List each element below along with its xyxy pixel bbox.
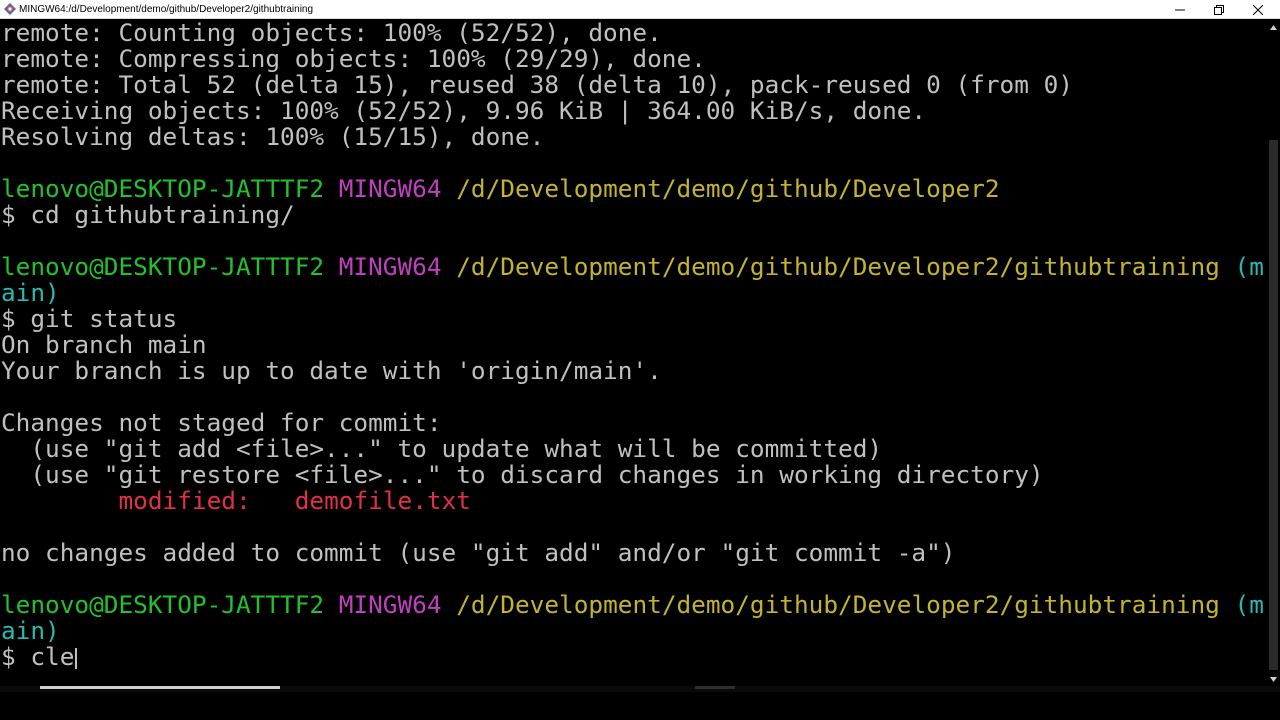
prompt-path: /d/Development/demo/github/Developer2 [456,174,1000,203]
modified-entry: modified: demofile.txt [1,488,1267,514]
output-line: remote: Total 52 (delta 15), reused 38 (… [1,70,1073,99]
scroll-down-arrow-icon [1270,676,1277,682]
prompt-branch: (m [1234,590,1264,619]
prompt-path: /d/Development/demo/github/Developer2/gi… [456,252,1220,281]
output-line: remote: Counting objects: 100% (52/52), … [1,20,662,47]
horizontal-scroll-marker [695,686,735,689]
status-hint-restore: (use "git restore <file>..." to discard … [1,460,1044,489]
prompt-line: lenovo@DESKTOP-JATTTF2 MINGW64 /d/Develo… [1,254,1267,280]
command-line: $ cd githubtraining/ [1,200,295,229]
output-line: Receiving objects: 100% (52/52), 9.96 Ki… [1,96,927,125]
minimize-button[interactable] [1161,0,1199,19]
prompt-env: MINGW64 [338,590,442,619]
close-button[interactable] [1239,0,1277,19]
git-bash-app-icon [4,3,16,15]
prompt-user-host: lenovo@DESKTOP-JATTTF2 [1,590,325,619]
input-line[interactable]: $ cle [1,644,1267,670]
status-hint-add: (use "git add <file>..." to update what … [1,434,883,463]
title-bar[interactable]: MINGW64:/d/Development/demo/github/Devel… [0,0,1280,19]
minimize-icon [1175,9,1185,10]
prompt-env: MINGW64 [338,252,442,281]
vertical-scroll-thumb[interactable] [1269,140,1278,670]
modified-file: demofile.txt [294,486,471,515]
restore-button[interactable] [1200,0,1238,19]
status-uptodate-line: Your branch is up to date with 'origin/m… [1,356,662,385]
output-line: remote: Compressing objects: 100% (29/29… [1,44,706,73]
prompt-path: /d/Development/demo/github/Developer2/gi… [456,590,1220,619]
vertical-scrollbar[interactable] [1267,20,1280,686]
prompt-branch-wrap: ain) [1,278,60,307]
scroll-up-arrow-icon [1270,24,1277,30]
current-input[interactable]: $ cle [1,642,74,671]
prompt-branch: (m [1234,252,1264,281]
terminal-output[interactable]: remote: Counting objects: 100% (52/52), … [1,20,1267,686]
status-summary: no changes added to commit (use "git add… [1,538,956,567]
prompt-line: lenovo@DESKTOP-JATTTF2 MINGW64 /d/Develo… [1,176,1267,202]
close-icon [1253,4,1263,15]
status-changes-header: Changes not staged for commit: [1,408,442,437]
prompt-user-host: lenovo@DESKTOP-JATTTF2 [1,252,325,281]
window-title: MINGW64:/d/Development/demo/github/Devel… [19,4,314,15]
text-cursor [75,647,78,669]
prompt-line: lenovo@DESKTOP-JATTTF2 MINGW64 /d/Develo… [1,592,1267,618]
prompt-user-host: lenovo@DESKTOP-JATTTF2 [1,174,325,203]
horizontal-scroll-thumb[interactable] [40,686,280,689]
prompt-env: MINGW64 [338,174,442,203]
output-line: Resolving deltas: 100% (15/15), done. [1,122,545,151]
restore-icon [1214,4,1224,15]
scroll-down-button[interactable] [1267,672,1280,686]
scroll-up-button[interactable] [1267,20,1280,34]
status-branch-line: On branch main [1,330,207,359]
prompt-branch-wrap: ain) [1,616,60,645]
modified-label: modified: [118,486,251,515]
horizontal-scrollbar[interactable] [0,686,1280,692]
command-line: $ git status [1,304,178,333]
